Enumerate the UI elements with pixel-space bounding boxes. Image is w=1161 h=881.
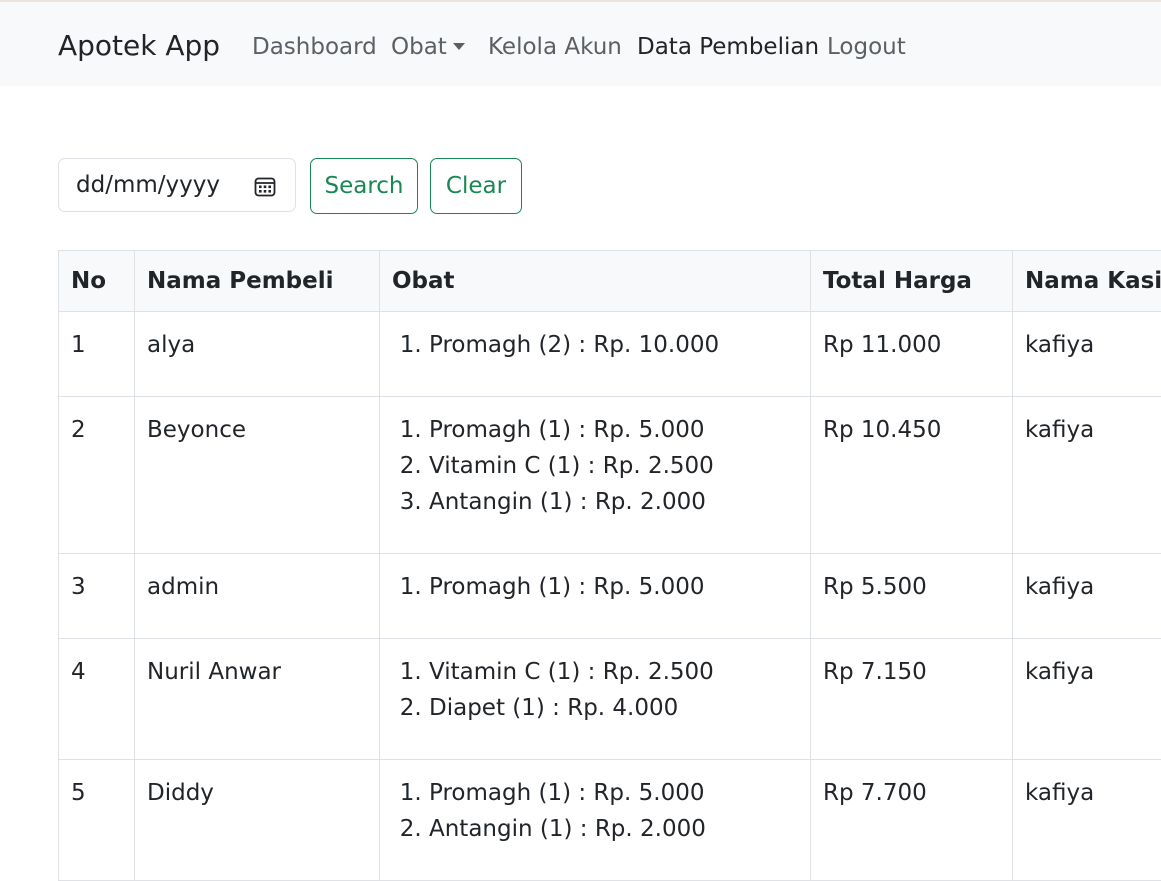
row-number: 1 [59, 312, 135, 397]
nav-dropdown-obat-label: Obat [391, 34, 447, 60]
medicine-list-cell: Vitamin C (1) : Rp. 2.500 Diapet (1) : R… [380, 639, 811, 760]
column-header-no: No [59, 251, 135, 312]
total-price: Rp 5.500 [811, 554, 1013, 639]
nav-link-dashboard[interactable]: Dashboard [252, 32, 377, 62]
table-header-row: No Nama Pembeli Obat Total Harga Nama Ka… [59, 251, 1161, 312]
medicine-list: Promagh (1) : Rp. 5.000 Vitamin C (1) : … [392, 412, 798, 520]
buyer-name: admin [135, 554, 380, 639]
column-header-nama-kasir: Nama Kasir [1013, 251, 1161, 312]
medicine-list: Promagh (2) : Rp. 10.000 [392, 327, 798, 363]
buyer-name: Beyonce [135, 397, 380, 554]
search-button[interactable]: Search [310, 158, 418, 214]
medicine-item: Vitamin C (1) : Rp. 2.500 [429, 448, 798, 484]
nav-link-kelola-akun[interactable]: Kelola Akun [488, 32, 622, 62]
column-header-total-harga: Total Harga [811, 251, 1013, 312]
medicine-list-cell: Promagh (1) : Rp. 5.000 Vitamin C (1) : … [380, 397, 811, 554]
buyer-name: Diddy [135, 760, 380, 881]
medicine-list: Promagh (1) : Rp. 5.000 [392, 569, 798, 605]
navbar: Apotek App Dashboard Obat Kelola Akun Da… [0, 2, 1161, 86]
medicine-item: Promagh (1) : Rp. 5.000 [429, 569, 798, 605]
medicine-list: Vitamin C (1) : Rp. 2.500 Diapet (1) : R… [392, 654, 798, 726]
date-filter-input[interactable] [59, 159, 256, 211]
column-header-nama-pembeli: Nama Pembeli [135, 251, 380, 312]
medicine-item: Antangin (1) : Rp. 2.000 [429, 811, 798, 847]
table-row: 4 Nuril Anwar Vitamin C (1) : Rp. 2.500 … [59, 639, 1161, 760]
column-header-obat: Obat [380, 251, 811, 312]
cashier-name: kafiya [1013, 760, 1161, 881]
medicine-item: Promagh (2) : Rp. 10.000 [429, 327, 798, 363]
purchase-table: No Nama Pembeli Obat Total Harga Nama Ka… [58, 250, 1161, 881]
total-price: Rp 7.700 [811, 760, 1013, 881]
medicine-list-cell: Promagh (2) : Rp. 10.000 [380, 312, 811, 397]
cashier-name: kafiya [1013, 312, 1161, 397]
total-price: Rp 7.150 [811, 639, 1013, 760]
row-number: 5 [59, 760, 135, 881]
nav-link-logout[interactable]: Logout [827, 32, 906, 62]
medicine-item: Vitamin C (1) : Rp. 2.500 [429, 654, 798, 690]
total-price: Rp 11.000 [811, 312, 1013, 397]
row-number: 2 [59, 397, 135, 554]
medicine-item: Promagh (1) : Rp. 5.000 [429, 412, 798, 448]
table-row: 2 Beyonce Promagh (1) : Rp. 5.000 Vitami… [59, 397, 1161, 554]
table-row: 3 admin Promagh (1) : Rp. 5.000 Rp 5.500… [59, 554, 1161, 639]
medicine-list-cell: Promagh (1) : Rp. 5.000 Antangin (1) : R… [380, 760, 811, 881]
buyer-name: alya [135, 312, 380, 397]
cashier-name: kafiya [1013, 554, 1161, 639]
cashier-name: kafiya [1013, 639, 1161, 760]
medicine-item: Diapet (1) : Rp. 4.000 [429, 690, 798, 726]
nav-dropdown-obat[interactable]: Obat [391, 32, 465, 62]
buyer-name: Nuril Anwar [135, 639, 380, 760]
calendar-icon[interactable] [254, 175, 276, 197]
date-filter-field[interactable] [58, 158, 296, 212]
row-number: 3 [59, 554, 135, 639]
medicine-list-cell: Promagh (1) : Rp. 5.000 [380, 554, 811, 639]
total-price: Rp 10.450 [811, 397, 1013, 554]
brand-logo[interactable]: Apotek App [58, 28, 220, 64]
medicine-list: Promagh (1) : Rp. 5.000 Antangin (1) : R… [392, 775, 798, 847]
row-number: 4 [59, 639, 135, 760]
table-row: 1 alya Promagh (2) : Rp. 10.000 Rp 11.00… [59, 312, 1161, 397]
chevron-down-icon [453, 43, 465, 50]
medicine-item: Antangin (1) : Rp. 2.000 [429, 484, 798, 520]
medicine-item: Promagh (1) : Rp. 5.000 [429, 775, 798, 811]
cashier-name: kafiya [1013, 397, 1161, 554]
nav-link-data-pembelian[interactable]: Data Pembelian [637, 32, 819, 62]
clear-button[interactable]: Clear [430, 158, 522, 214]
table-row: 5 Diddy Promagh (1) : Rp. 5.000 Antangin… [59, 760, 1161, 881]
